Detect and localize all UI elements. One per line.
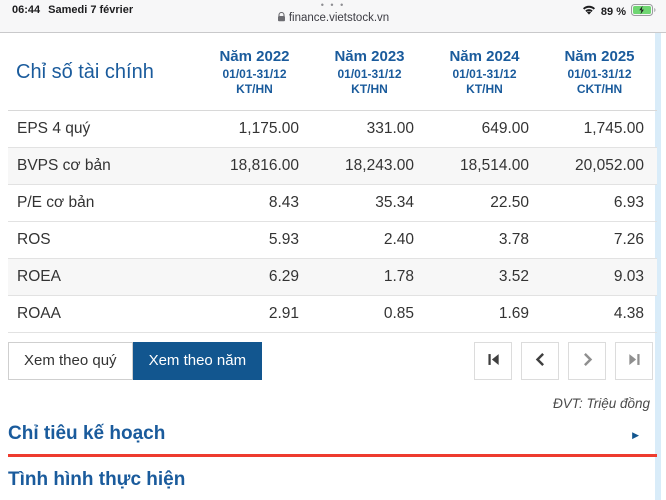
row-label: ROEA — [8, 258, 197, 296]
table-row: P/E cơ bản 8.43 35.34 22.50 6.93 — [8, 184, 657, 222]
battery-charging-icon — [631, 4, 656, 19]
section-title: Chỉ tiêu kế hoạch — [8, 422, 166, 444]
cell-value: 1.69 — [427, 295, 542, 333]
cell-value: 18,243.00 — [312, 147, 427, 185]
wifi-icon — [582, 5, 596, 19]
last-page-button[interactable] — [615, 341, 653, 380]
tab-overflow-dots-icon[interactable]: • • • — [0, 1, 666, 10]
previous-page-icon — [533, 352, 548, 370]
column-header-2022: Năm 2022 01/01-31/12 KT/HN — [197, 33, 312, 111]
address-url: finance.vietstock.vn — [288, 12, 390, 24]
section-implementation-status[interactable]: Tình hình thực hiện — [8, 469, 657, 500]
table-row: EPS 4 quý 1,175.00 331.00 649.00 1,745.0… — [8, 110, 657, 148]
cell-value: 20,052.00 — [542, 147, 657, 185]
section-plan-targets[interactable]: Chỉ tiêu kế hoạch ▶ — [8, 423, 657, 457]
status-right-cluster: 89 % — [582, 4, 656, 19]
table-row: ROAA 2.91 0.85 1.69 4.38 — [8, 295, 657, 333]
cell-value: 3.78 — [427, 221, 542, 259]
cell-value: 18,514.00 — [427, 147, 542, 185]
next-page-icon — [580, 352, 595, 370]
cell-value: 6.29 — [197, 258, 312, 296]
next-page-button[interactable] — [568, 341, 606, 380]
cell-value: 7.26 — [542, 221, 657, 259]
table-row: ROEA 6.29 1.78 3.52 9.03 — [8, 258, 657, 296]
section-divider — [8, 453, 657, 457]
cell-value: 1,175.00 — [197, 110, 312, 148]
cell-value: 3.52 — [427, 258, 542, 296]
row-label: ROAA — [8, 295, 197, 333]
view-by-quarter-button[interactable]: Xem theo quý — [8, 341, 133, 380]
chevron-right-icon: ▶ — [632, 429, 639, 440]
cell-value: 331.00 — [312, 110, 427, 148]
financial-indicators-panel: Chỉ số tài chính Năm 2022 01/01-31/12 KT… — [8, 33, 657, 500]
first-page-icon — [486, 352, 501, 370]
cell-value: 9.03 — [542, 258, 657, 296]
cell-value: 5.93 — [197, 221, 312, 259]
previous-page-button[interactable] — [521, 341, 559, 380]
table-title: Chỉ số tài chính — [8, 33, 197, 111]
table-row: ROS 5.93 2.40 3.78 7.26 — [8, 221, 657, 259]
row-label: EPS 4 quý — [8, 110, 197, 148]
cell-value: 649.00 — [427, 110, 542, 148]
cell-value: 1,745.00 — [542, 110, 657, 148]
view-by-year-button[interactable]: Xem theo năm — [132, 341, 263, 380]
table-header-row: Chỉ số tài chính Năm 2022 01/01-31/12 KT… — [8, 33, 657, 111]
battery-percent-label: 89 % — [600, 5, 626, 18]
cell-value: 35.34 — [312, 184, 427, 222]
cell-value: 2.40 — [312, 221, 427, 259]
lock-icon — [277, 11, 286, 25]
section-title: Tình hình thực hiện — [8, 468, 186, 490]
row-label: P/E cơ bản — [8, 184, 197, 222]
row-label: BVPS cơ bản — [8, 147, 197, 185]
pagination-controls — [474, 341, 653, 380]
table-controls: Xem theo quý Xem theo năm — [8, 341, 657, 380]
safari-toolbar: 06:44 Samedi 7 février • • • finance.viet… — [0, 0, 666, 33]
financial-indicators-table: Chỉ số tài chính Năm 2022 01/01-31/12 KT… — [8, 33, 657, 333]
column-header-2024: Năm 2024 01/01-31/12 KT/HN — [427, 33, 542, 111]
unit-note: ĐVT: Triệu đồng — [552, 395, 650, 411]
cell-value: 22.50 — [427, 184, 542, 222]
column-header-2025: Năm 2025 01/01-31/12 CKT/HN — [542, 33, 657, 111]
cell-value: 4.38 — [542, 295, 657, 333]
view-toggle-group: Xem theo quý Xem theo năm — [8, 341, 263, 380]
cell-value: 6.93 — [542, 184, 657, 222]
column-header-2023: Năm 2023 01/01-31/12 KT/HN — [312, 33, 427, 111]
cell-value: 0.85 — [312, 295, 427, 333]
address-bar[interactable]: finance.vietstock.vn — [0, 11, 666, 25]
first-page-button[interactable] — [474, 341, 512, 380]
cell-value: 18,816.00 — [197, 147, 312, 185]
table-row: BVPS cơ bản 18,816.00 18,243.00 18,514.0… — [8, 147, 657, 185]
last-page-icon — [627, 352, 642, 370]
cell-value: 1.78 — [312, 258, 427, 296]
cell-value: 8.43 — [197, 184, 312, 222]
cell-value: 2.91 — [197, 295, 312, 333]
row-label: ROS — [8, 221, 197, 259]
